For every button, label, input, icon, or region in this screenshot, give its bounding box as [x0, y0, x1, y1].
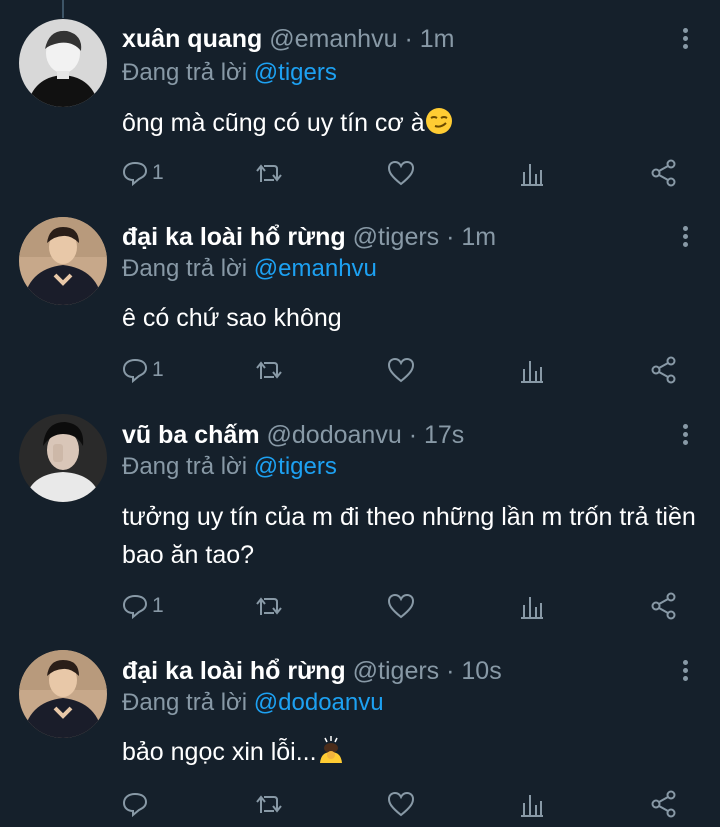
reply-button[interactable]: 1 — [122, 589, 164, 623]
reply-button[interactable] — [122, 787, 152, 821]
tweet-text: ông mà cũng có uy tín cơ à — [122, 109, 425, 137]
share-icon — [651, 790, 676, 818]
share-button[interactable] — [650, 589, 678, 623]
tweet-text: bảo ngọc xin lỗi... — [122, 738, 317, 766]
timestamp[interactable]: 10s — [461, 657, 501, 685]
separator: · — [446, 657, 455, 685]
avatar[interactable] — [19, 414, 107, 502]
reply-button[interactable]: 1 — [122, 353, 164, 387]
analytics-icon — [521, 597, 543, 619]
separator: · — [446, 223, 455, 251]
retweet-icon — [256, 164, 282, 182]
analytics-icon — [521, 361, 543, 383]
timestamp[interactable]: 1m — [461, 223, 496, 251]
like-icon — [387, 593, 415, 619]
reply-icon — [122, 594, 148, 619]
timestamp[interactable]: 1m — [420, 25, 455, 53]
replying-to-label: Đang trả lời — [122, 689, 248, 716]
reply-mention[interactable]: @tigers — [254, 59, 337, 86]
more-icon[interactable] — [680, 424, 690, 448]
like-icon — [387, 791, 415, 817]
tweet[interactable]: đại ka loài hổ rừng @tigers · 10s Đang t… — [0, 632, 720, 827]
display-name[interactable]: xuân quang — [122, 25, 262, 53]
more-icon[interactable] — [680, 28, 690, 52]
reply-icon — [122, 161, 148, 186]
tweet-text: tưởng uy tín của m đi theo những lần m t… — [122, 503, 696, 569]
user-handle[interactable]: @tigers — [353, 223, 440, 251]
analytics-button[interactable] — [520, 787, 544, 821]
share-button[interactable] — [650, 353, 678, 387]
separator: · — [408, 421, 418, 449]
replying-to-label: Đang trả lời — [122, 255, 248, 282]
bowing-person-icon — [317, 734, 345, 775]
more-icon[interactable] — [680, 226, 690, 250]
like-button[interactable] — [387, 589, 415, 623]
more-icon[interactable] — [680, 660, 690, 684]
tweet-text: ê có chứ sao không — [122, 304, 342, 332]
user-handle[interactable]: @tigers — [353, 657, 440, 685]
reply-icon — [122, 792, 148, 817]
avatar[interactable] — [19, 650, 107, 738]
analytics-icon — [521, 164, 543, 186]
replying-to-label: Đang trả lời — [122, 453, 248, 480]
tweet[interactable]: đại ka loài hổ rừng @tigers · 1m Đang tr… — [0, 198, 720, 398]
reply-count: 1 — [152, 358, 164, 381]
like-button[interactable] — [387, 787, 415, 821]
tweet[interactable]: vũ ba chấm @dodoanvu · 17s Đang trả lời … — [0, 396, 720, 632]
analytics-button[interactable] — [520, 156, 544, 190]
replying-to-label: Đang trả lời — [122, 59, 248, 86]
like-button[interactable] — [387, 156, 415, 190]
reply-mention[interactable]: @tigers — [254, 453, 337, 480]
analytics-button[interactable] — [520, 589, 544, 623]
share-icon — [651, 356, 676, 384]
avatar[interactable] — [19, 217, 107, 305]
analytics-icon — [521, 795, 543, 817]
avatar[interactable] — [19, 19, 107, 107]
like-icon — [387, 160, 415, 186]
like-button[interactable] — [387, 353, 415, 387]
timestamp[interactable]: 17s — [424, 421, 464, 449]
tweet[interactable]: xuân quang @emanhvu · 1m Đang trả lời @t… — [0, 0, 720, 200]
reply-mention[interactable]: @emanhvu — [254, 255, 377, 282]
share-icon — [651, 159, 676, 187]
like-icon — [387, 357, 415, 383]
user-handle[interactable]: @dodoanvu — [267, 421, 402, 449]
smirking-face-icon — [425, 107, 453, 146]
retweet-button[interactable] — [254, 156, 284, 190]
display-name[interactable]: đại ka loài hổ rừng — [122, 223, 346, 251]
reply-count: 1 — [152, 161, 164, 184]
reply-count: 1 — [152, 594, 164, 617]
separator: · — [404, 25, 413, 53]
share-icon — [651, 592, 676, 620]
reply-mention[interactable]: @dodoanvu — [254, 689, 384, 716]
display-name[interactable]: vũ ba chấm — [122, 421, 260, 449]
retweet-icon — [256, 361, 282, 379]
reply-icon — [122, 358, 148, 383]
retweet-icon — [256, 597, 282, 615]
reply-button[interactable]: 1 — [122, 156, 164, 190]
user-handle[interactable]: @emanhvu — [269, 25, 397, 53]
share-button[interactable] — [650, 156, 678, 190]
display-name[interactable]: đại ka loài hổ rừng — [122, 657, 346, 685]
retweet-icon — [256, 795, 282, 813]
retweet-button[interactable] — [254, 353, 284, 387]
retweet-button[interactable] — [254, 589, 284, 623]
share-button[interactable] — [650, 787, 678, 821]
analytics-button[interactable] — [520, 353, 544, 387]
retweet-button[interactable] — [254, 787, 284, 821]
